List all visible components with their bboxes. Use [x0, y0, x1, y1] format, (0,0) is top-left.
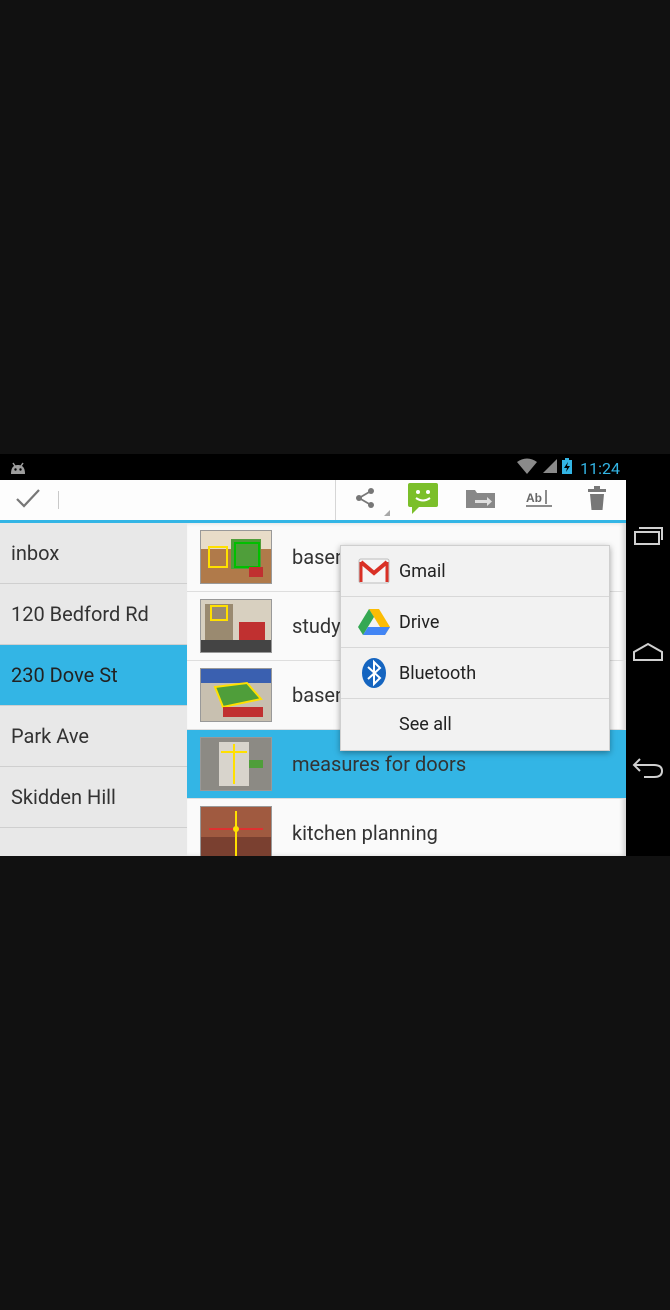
note-thumbnail [200, 737, 272, 791]
share-option-bluetooth[interactable]: Bluetooth [341, 648, 609, 699]
signal-icon [542, 458, 558, 478]
clock: 11:24 [580, 458, 620, 478]
note-thumbnail [200, 530, 272, 584]
category-label: 120 Bedford Rd [11, 602, 149, 626]
category-item[interactable]: inbox [0, 523, 187, 584]
back-icon [632, 757, 664, 783]
category-label: Skidden Hill [11, 785, 116, 809]
move-folder-button[interactable] [452, 480, 510, 520]
share-option-label: Bluetooth [399, 662, 477, 684]
category-label: Park Ave [11, 724, 89, 748]
note-item[interactable]: kitchen planning [187, 799, 626, 856]
share-option-label: Drive [399, 611, 440, 633]
battery-charging-icon [562, 458, 573, 478]
note-thumbnail [200, 599, 272, 653]
recents-icon [633, 526, 663, 550]
delete-button[interactable] [568, 480, 626, 520]
drive-icon [357, 605, 391, 639]
trash-icon [587, 486, 607, 514]
home-button[interactable] [632, 638, 664, 670]
bluetooth-icon [357, 656, 391, 690]
app-window: Ab inbox 120 Bedford Rd 230 Dove St Park… [0, 480, 626, 856]
category-label: 230 Dove St [11, 663, 118, 687]
android-debug-icon [9, 460, 27, 479]
note-title: kitchen planning [292, 821, 438, 845]
share-option-label: See all [399, 713, 452, 735]
share-option-gmail[interactable]: Gmail [341, 546, 609, 597]
share-option-drive[interactable]: Drive [341, 597, 609, 648]
wifi-icon [516, 458, 538, 478]
message-button[interactable] [394, 480, 452, 520]
gmail-icon [357, 554, 391, 588]
note-title: study [292, 614, 341, 638]
recents-button[interactable] [632, 522, 664, 554]
share-option-label: Gmail [399, 560, 446, 582]
category-item-selected[interactable]: 230 Dove St [0, 645, 187, 706]
navigation-bar [626, 454, 670, 856]
category-label: inbox [11, 541, 60, 565]
note-title: measures for doors [292, 752, 467, 776]
device-screen: 11:24 Ab inbox 120 Bedford Rd 230 Dove S… [0, 454, 670, 856]
svg-text:Ab: Ab [526, 491, 542, 505]
done-button[interactable] [0, 480, 56, 520]
share-option-see-all[interactable]: See all [341, 699, 609, 749]
message-icon [406, 481, 440, 519]
action-bar: Ab [0, 480, 626, 523]
rename-icon: Ab [525, 487, 553, 513]
status-bar: 11:24 [0, 454, 670, 480]
category-list: inbox 120 Bedford Rd 230 Dove St Park Av… [0, 523, 187, 856]
note-thumbnail [200, 806, 272, 856]
share-button[interactable] [335, 480, 394, 520]
note-thumbnail [200, 668, 272, 722]
share-menu: Gmail Drive Bluetooth See all [340, 545, 610, 751]
move-folder-icon [465, 487, 497, 513]
rename-button[interactable]: Ab [510, 480, 568, 520]
home-icon [632, 642, 664, 666]
share-icon [353, 486, 377, 514]
checkmark-icon [15, 488, 41, 512]
back-button[interactable] [632, 754, 664, 786]
action-bar-divider [58, 491, 59, 509]
category-item[interactable]: 120 Bedford Rd [0, 584, 187, 645]
category-item[interactable]: Skidden Hill [0, 767, 187, 828]
category-item[interactable]: Park Ave [0, 706, 187, 767]
